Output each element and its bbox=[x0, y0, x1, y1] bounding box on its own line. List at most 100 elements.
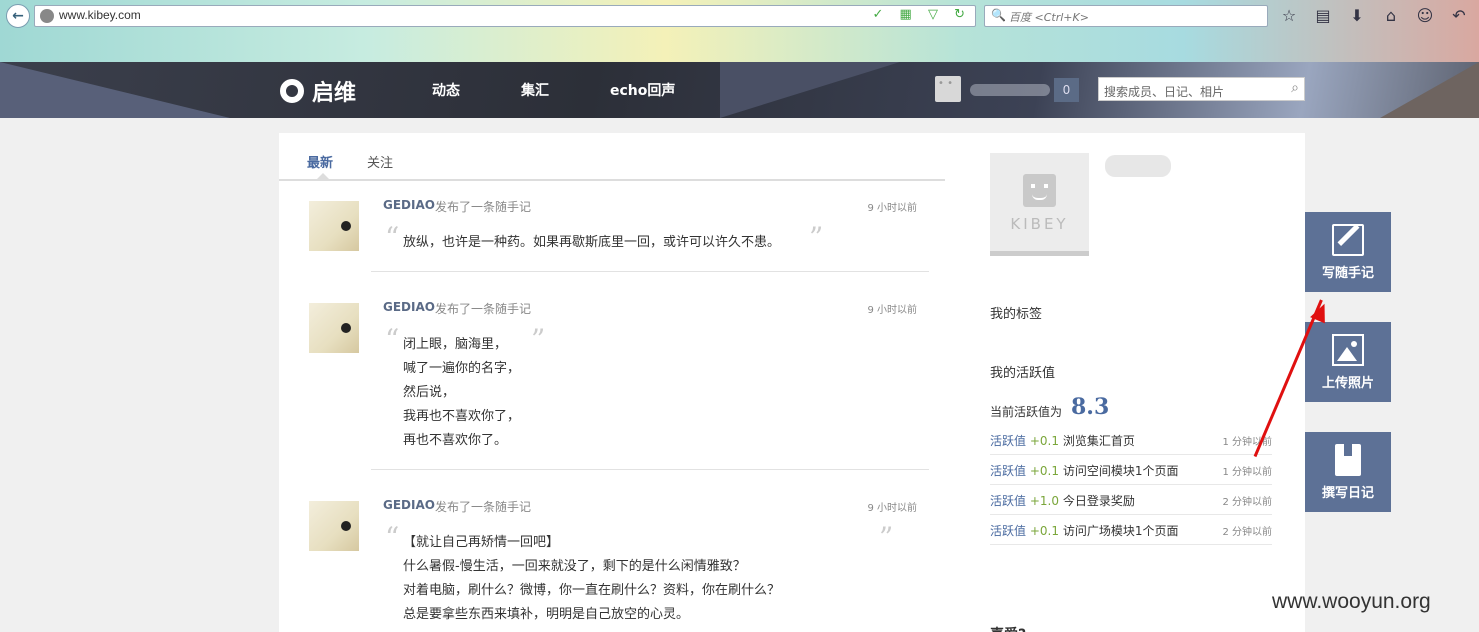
site-search-input[interactable]: 搜索成员、日记、相片 ⌕ bbox=[1098, 77, 1305, 101]
chat-icon[interactable]: ☺ bbox=[1414, 5, 1436, 27]
post-avatar[interactable] bbox=[309, 501, 359, 551]
logo-ring-icon bbox=[280, 79, 304, 103]
my-activity-heading: 我的活跃值 bbox=[990, 366, 1056, 381]
browser-toolbar: ← www.kibey.com ✓ ▦ ▽ ↻ 🔍 百度 <Ctrl+K> ☆ … bbox=[0, 0, 1479, 94]
header-decoration bbox=[720, 62, 900, 118]
activity-key[interactable]: 活跃值 bbox=[990, 494, 1026, 508]
active-tab-caret bbox=[317, 173, 329, 179]
quote-open-icon: “ bbox=[385, 323, 400, 356]
post-action: 发布了一条随手记 bbox=[435, 302, 532, 316]
activity-row: 活跃值 +0.1 访问广场模块1个页面 2 分钟以前 bbox=[990, 515, 1272, 545]
watermark: www.wooyun.org bbox=[1272, 590, 1431, 613]
activity-key[interactable]: 活跃值 bbox=[990, 524, 1026, 538]
post-action: 发布了一条随手记 bbox=[435, 200, 532, 214]
post-line: 总是要拿些东西来填补，明明是自己放空的心灵。 bbox=[403, 607, 690, 622]
my-tags-heading: 我的标签 bbox=[990, 307, 1043, 322]
activity-time: 1 分钟以前 bbox=[1222, 467, 1272, 478]
site-search-placeholder: 搜索成员、日记、相片 bbox=[1104, 85, 1225, 99]
post-author[interactable]: GEDIAO bbox=[383, 300, 435, 314]
quote-close-icon: ” bbox=[531, 323, 546, 356]
post-author[interactable]: GEDIAO bbox=[383, 498, 435, 512]
nav-jihui[interactable]: 集汇 bbox=[521, 80, 549, 100]
book-icon bbox=[1335, 444, 1361, 476]
url-text: www.kibey.com bbox=[59, 8, 141, 22]
globe-icon bbox=[40, 9, 54, 23]
activity-plus: +0.1 bbox=[1029, 434, 1059, 448]
activity-desc: 访问广场模块1个页面 bbox=[1062, 524, 1179, 538]
content-card: 最新 关注 GEDIAO 发布了一条随手记 9 小时以前 “ 放纵，也许是一种药… bbox=[279, 133, 1305, 632]
download-icon[interactable]: ⬇ bbox=[1346, 5, 1368, 27]
feed-post: GEDIAO 发布了一条随手记 9 小时以前 “ 【就让自己再矫情一回吧】 什么… bbox=[309, 498, 929, 632]
profile-avatar[interactable]: KIBEY bbox=[990, 153, 1089, 256]
activity-plus: +0.1 bbox=[1029, 464, 1059, 478]
browser-search-input[interactable]: 🔍 百度 <Ctrl+K> bbox=[984, 5, 1268, 27]
nav-echo[interactable]: echo回声 bbox=[610, 80, 675, 100]
activity-plus: +0.1 bbox=[1029, 524, 1059, 538]
write-diary-label: 撰写日记 bbox=[1321, 486, 1374, 501]
post-line: 我再也不喜欢你了， bbox=[403, 409, 521, 424]
write-diary-button[interactable]: 撰写日记 bbox=[1305, 432, 1391, 512]
browser-icon-group: ☆ ▤ ⬇ ⌂ ☺ ↶ bbox=[1278, 5, 1470, 27]
post-line: 喊了一遍你的名字， bbox=[403, 361, 521, 376]
header-decoration bbox=[1380, 62, 1479, 118]
post-action: 发布了一条随手记 bbox=[435, 500, 532, 514]
quote-close-icon: ” bbox=[809, 221, 824, 254]
post-time: 9 小时以前 bbox=[867, 203, 917, 214]
nav-dongtai[interactable]: 动态 bbox=[432, 80, 460, 100]
feed-tabs: 最新 关注 bbox=[279, 133, 945, 181]
home-icon[interactable]: ⌂ bbox=[1380, 5, 1402, 27]
post-time: 9 小时以前 bbox=[867, 305, 917, 316]
cut-off-heading: 喜爱? bbox=[990, 624, 1026, 632]
browser-search-placeholder: 百度 <Ctrl+K> bbox=[1009, 11, 1089, 24]
post-avatar[interactable] bbox=[309, 303, 359, 353]
address-bar[interactable]: www.kibey.com ✓ ▦ ▽ ↻ bbox=[34, 5, 976, 27]
post-author[interactable]: GEDIAO bbox=[383, 198, 435, 212]
current-activity-value: 8.3 bbox=[1071, 394, 1110, 420]
bookmarks-list-icon[interactable]: ▤ bbox=[1312, 5, 1334, 27]
feed-post: GEDIAO 发布了一条随手记 9 小时以前 “ 闭上眼，脑海里， 喊了一遍你的… bbox=[309, 300, 929, 463]
logo-text: 启维 bbox=[312, 81, 357, 106]
post-line: 对着电脑，刷什么？微博，你一直在刷什么？资料，你在刷什么？ bbox=[403, 583, 781, 598]
activity-key[interactable]: 活跃值 bbox=[990, 434, 1026, 448]
post-line: 放纵，也许是一种药。如果再歇斯底里一回，或许可以许久不患。 bbox=[403, 235, 781, 250]
notification-badge[interactable]: 0 bbox=[1054, 78, 1079, 102]
tab-latest[interactable]: 最新 bbox=[307, 152, 333, 171]
activity-time: 2 分钟以前 bbox=[1222, 527, 1272, 538]
quote-open-icon: “ bbox=[385, 221, 400, 254]
activity-desc: 浏览集汇首页 bbox=[1062, 434, 1135, 448]
blurred-profile-name bbox=[1105, 155, 1171, 177]
blurred-username[interactable] bbox=[970, 84, 1050, 96]
post-line: 闭上眼，脑海里， bbox=[403, 337, 508, 352]
post-divider bbox=[371, 469, 929, 470]
post-line: 再也不喜欢你了。 bbox=[403, 433, 508, 448]
write-note-label: 写随手记 bbox=[1321, 266, 1374, 281]
post-avatar[interactable] bbox=[309, 201, 359, 251]
activity-desc: 今日登录奖励 bbox=[1062, 494, 1135, 508]
activity-desc: 访问空间模块1个页面 bbox=[1062, 464, 1179, 478]
user-avatar[interactable] bbox=[935, 76, 961, 102]
activity-time: 2 分钟以前 bbox=[1222, 497, 1272, 508]
post-body: 放纵，也许是一种药。如果再歇斯底里一回，或许可以许久不患。 bbox=[403, 231, 780, 255]
activity-row: 活跃值 +0.1 访问空间模块1个页面 1 分钟以前 bbox=[990, 455, 1272, 485]
post-body: 【就让自己再矫情一回吧】 什么暑假-慢生活，一回来就没了，剩下的是什么闲情雅致？… bbox=[403, 531, 780, 627]
post-line: 然后说， bbox=[403, 385, 456, 400]
current-activity-label: 当前活跃值为 bbox=[990, 405, 1063, 419]
write-note-button[interactable]: 写随手记 bbox=[1305, 212, 1391, 292]
bookmark-star-icon[interactable]: ☆ bbox=[1278, 5, 1300, 27]
site-logo[interactable]: 启维 bbox=[280, 75, 356, 107]
tab-following[interactable]: 关注 bbox=[367, 152, 393, 171]
undo-icon[interactable]: ↶ bbox=[1448, 5, 1470, 27]
profile-avatar-text: KIBEY bbox=[1010, 215, 1069, 233]
back-button[interactable]: ← bbox=[6, 4, 30, 28]
activity-plus: +1.0 bbox=[1029, 494, 1059, 508]
activity-key[interactable]: 活跃值 bbox=[990, 464, 1026, 478]
upload-photo-button[interactable]: 上传照片 bbox=[1305, 322, 1391, 402]
feed-post: GEDIAO 发布了一条随手记 9 小时以前 “ 放纵，也许是一种药。如果再歇斯… bbox=[309, 198, 929, 271]
upload-photo-label: 上传照片 bbox=[1321, 376, 1374, 391]
activity-row: 活跃值 +1.0 今日登录奖励 2 分钟以前 bbox=[990, 485, 1272, 515]
search-icon[interactable]: ⌕ bbox=[1291, 80, 1299, 96]
header-decoration bbox=[0, 62, 230, 118]
post-time: 9 小时以前 bbox=[867, 503, 917, 514]
address-tools-icons[interactable]: ✓ ▦ ▽ ↻ bbox=[873, 7, 971, 22]
bookmarks-bar bbox=[0, 38, 1280, 94]
